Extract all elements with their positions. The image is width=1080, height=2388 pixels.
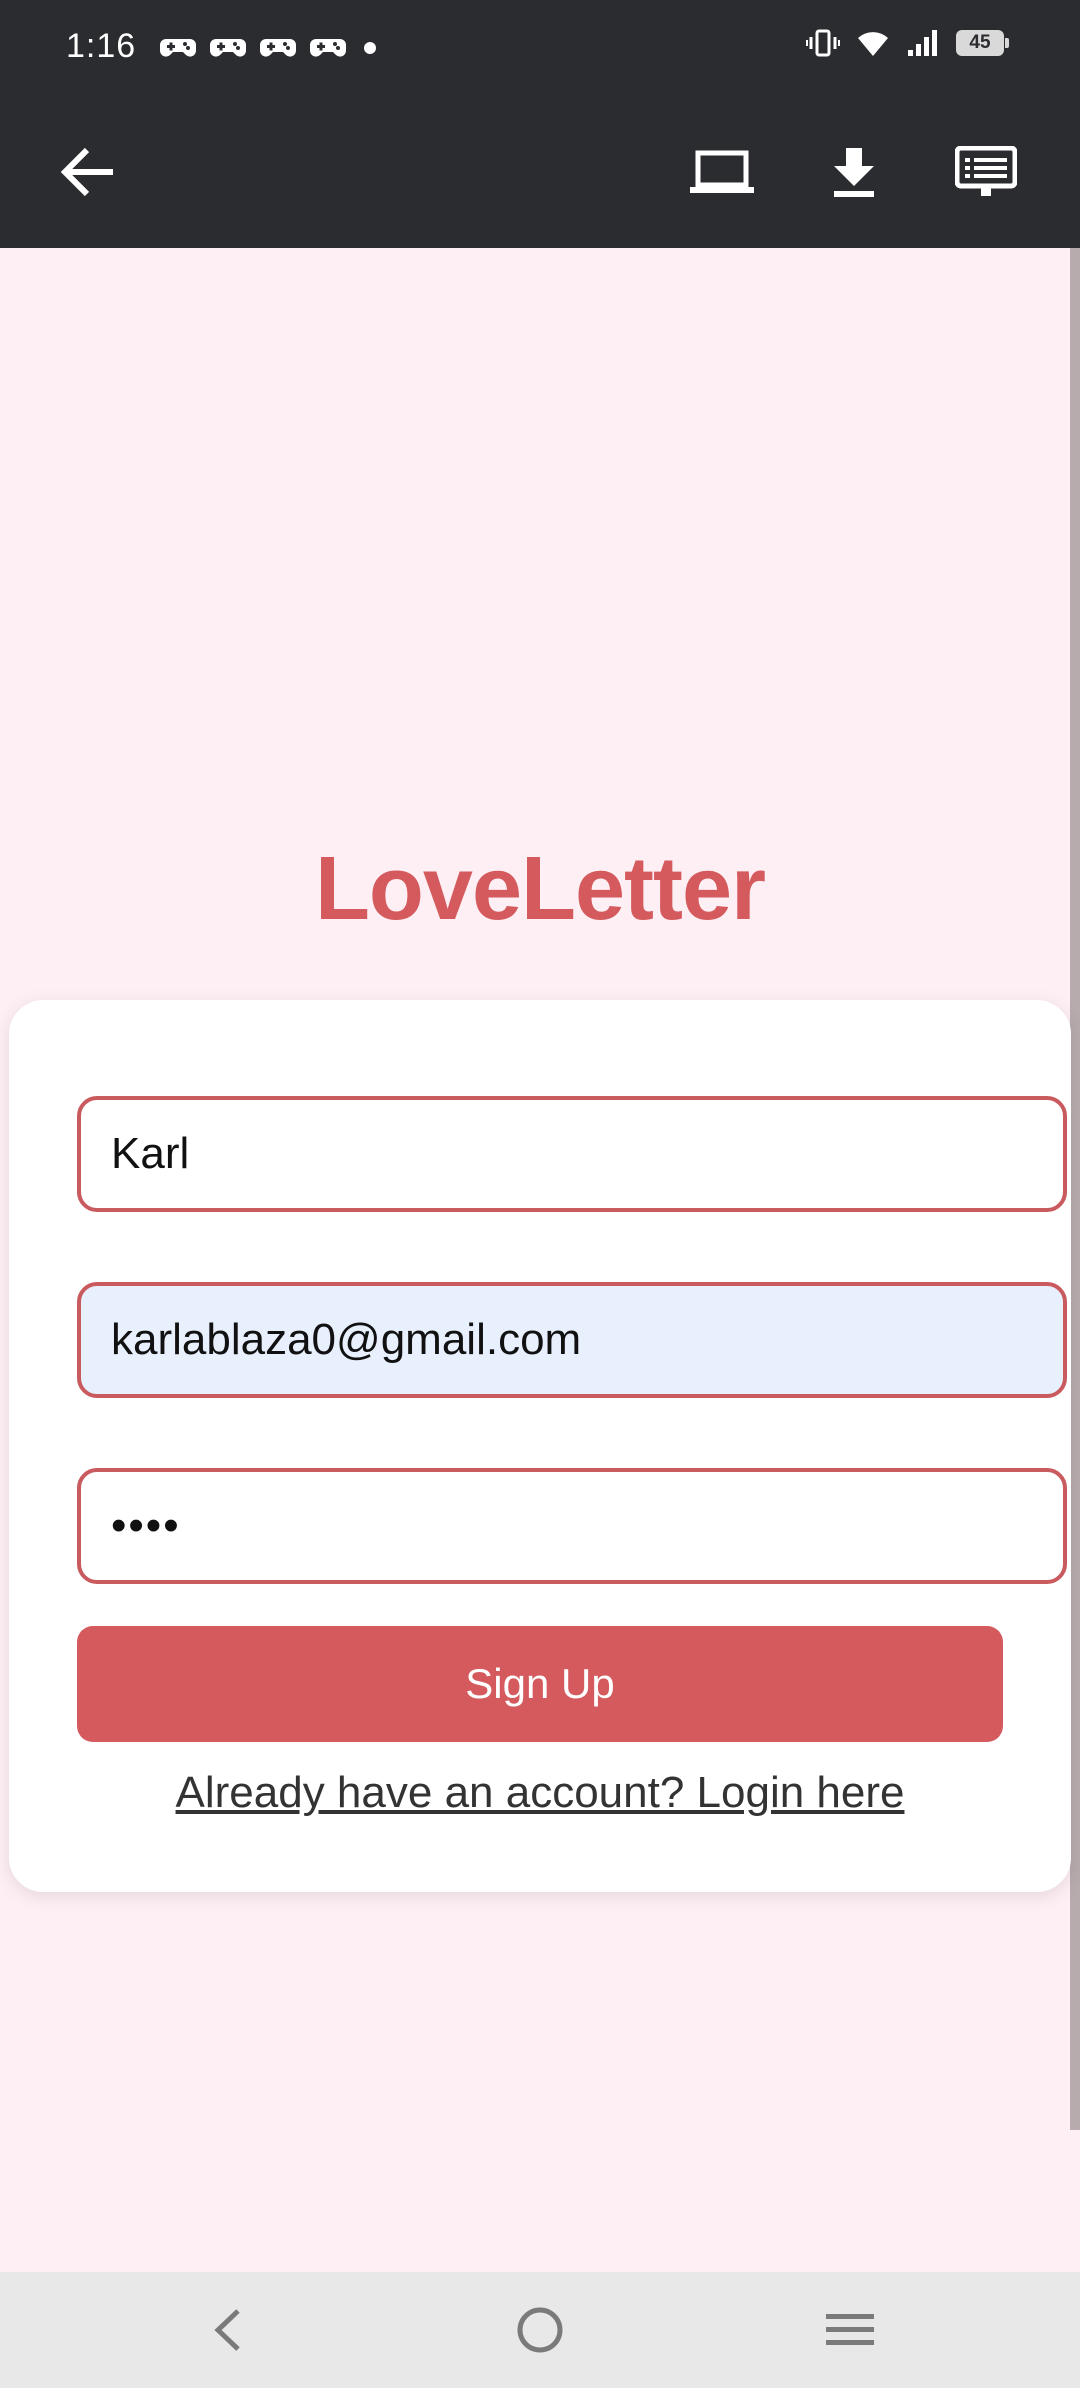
laptop-icon (690, 150, 754, 193)
password-input[interactable] (77, 1468, 1067, 1584)
game-controller-icon (310, 39, 346, 57)
nav-home-button[interactable] (508, 2298, 572, 2362)
status-bar: 1:16 45 (0, 0, 1080, 96)
battery-icon: 45 (956, 30, 1009, 56)
download-button[interactable] (822, 140, 886, 204)
game-controller-icon (260, 39, 296, 57)
nav-menu-button[interactable] (818, 2298, 882, 2362)
screen: 1:16 45 LoveLetter Karl karlablaza0@gmai… (0, 0, 1080, 2388)
vibrate-icon (806, 29, 840, 57)
sign-up-button[interactable]: Sign Up (77, 1626, 1003, 1742)
back-arrow-icon (60, 147, 113, 197)
app-toolbar (0, 96, 1080, 248)
notification-icons (160, 30, 380, 66)
more-dot-icon (364, 42, 376, 54)
battery-level: 45 (969, 32, 991, 53)
signal-icon (908, 30, 937, 56)
nav-back-icon (214, 2309, 240, 2351)
email-input[interactable] (77, 1282, 1067, 1398)
wifi-icon (858, 32, 888, 56)
navigation-bar (0, 2272, 1080, 2388)
login-link[interactable]: Already have an account? Login here (77, 1768, 1003, 1818)
status-time: 1:16 (66, 27, 137, 65)
screen-list-button[interactable] (954, 140, 1018, 204)
scrollbar[interactable] (1070, 248, 1080, 2130)
app-title: LoveLetter (314, 839, 766, 939)
name-input[interactable] (77, 1096, 1067, 1212)
system-icons: 45 (806, 28, 1009, 58)
back-button[interactable] (56, 140, 120, 204)
screen-list-icon (955, 146, 1017, 196)
nav-menu-icon (826, 2314, 874, 2345)
signup-card: Sign Up Already have an account? Login h… (9, 1000, 1071, 1892)
download-icon (834, 148, 874, 197)
desktop-mode-button[interactable] (690, 140, 754, 204)
game-controller-icon (160, 39, 196, 57)
game-controller-icon (210, 39, 246, 57)
nav-back-button[interactable] (196, 2298, 260, 2362)
nav-home-icon (517, 2307, 563, 2353)
